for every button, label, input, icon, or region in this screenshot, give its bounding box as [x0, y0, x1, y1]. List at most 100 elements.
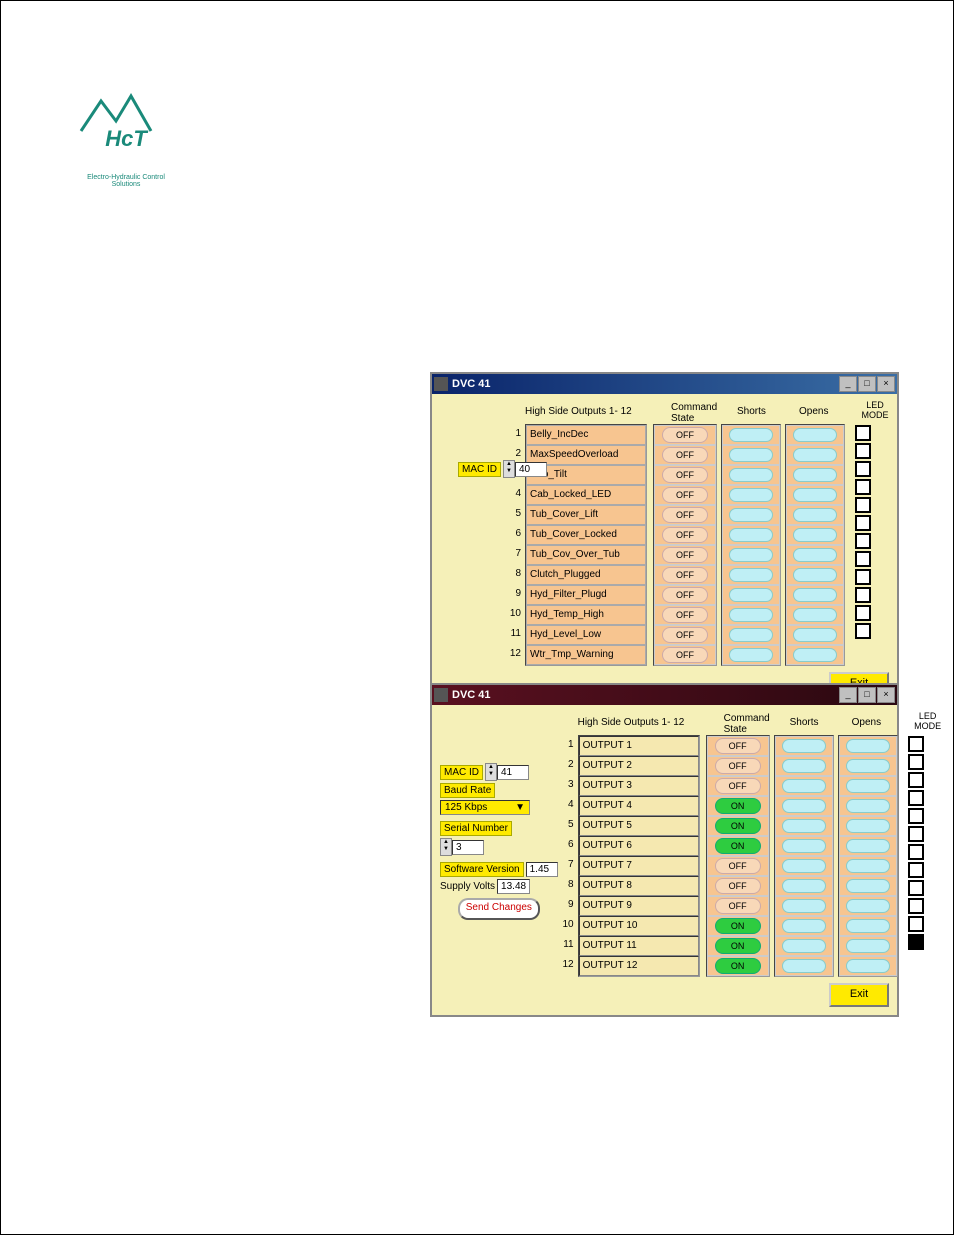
maximize-button[interactable]: □	[858, 687, 876, 703]
output-name[interactable]: Hyd_Temp_High	[526, 605, 646, 625]
led-mode-indicator[interactable]	[908, 916, 924, 932]
led-mode-indicator[interactable]	[908, 736, 924, 752]
command-state-pill[interactable]: OFF	[715, 778, 761, 794]
shorts-indicator	[729, 468, 773, 482]
led-mode-indicator[interactable]	[855, 623, 871, 639]
command-state-pill[interactable]: OFF	[662, 567, 708, 583]
maximize-button[interactable]: □	[858, 376, 876, 392]
output-name[interactable]: Cab_Locked_LED	[526, 485, 646, 505]
command-state-pill[interactable]: ON	[715, 798, 761, 814]
shorts-indicator	[782, 879, 826, 893]
command-state-pill[interactable]: OFF	[715, 858, 761, 874]
output-name[interactable]: OUTPUT 6	[579, 836, 699, 856]
command-state-pill[interactable]: OFF	[662, 547, 708, 563]
output-name[interactable]: OUTPUT 1	[579, 736, 699, 756]
send-changes-button[interactable]: Send Changes	[458, 898, 540, 920]
output-name[interactable]: OUTPUT 2	[579, 756, 699, 776]
output-name[interactable]: Tub_Cov_Over_Tub	[526, 545, 646, 565]
mac-id-value[interactable]: 40	[515, 462, 547, 477]
led-mode-indicator[interactable]	[908, 880, 924, 896]
output-name[interactable]: OUTPUT 12	[579, 956, 699, 976]
command-state-pill[interactable]: ON	[715, 918, 761, 934]
output-name[interactable]: OUTPUT 9	[579, 896, 699, 916]
command-state-pill[interactable]: OFF	[662, 607, 708, 623]
shorts-indicator	[782, 939, 826, 953]
led-mode-indicator[interactable]	[908, 790, 924, 806]
row-number: 9	[558, 895, 578, 915]
close-button[interactable]: ×	[877, 376, 895, 392]
exit-button[interactable]: Exit	[829, 983, 889, 1007]
output-name[interactable]: Belly_IncDec	[526, 425, 646, 445]
led-mode-indicator[interactable]	[908, 808, 924, 824]
output-name[interactable]: OUTPUT 8	[579, 876, 699, 896]
minimize-button[interactable]: _	[839, 376, 857, 392]
output-name[interactable]: Wtr_Tmp_Warning	[526, 645, 646, 665]
command-state-pill[interactable]: OFF	[662, 507, 708, 523]
serial-number-stepper[interactable]: ▲▼	[440, 838, 452, 856]
led-mode-indicator[interactable]	[855, 425, 871, 441]
command-state-pill[interactable]: OFF	[715, 758, 761, 774]
serial-number-value[interactable]: 3	[452, 840, 484, 855]
opens-indicator	[846, 739, 890, 753]
opens-header: Opens	[852, 711, 910, 735]
command-state-pill[interactable]: ON	[715, 818, 761, 834]
led-mode-indicator[interactable]	[855, 605, 871, 621]
output-name[interactable]: Tub_Cover_Lift	[526, 505, 646, 525]
led-mode-indicator[interactable]	[908, 826, 924, 842]
window-1-titlebar[interactable]: DVC 41 _ □ ×	[432, 374, 897, 394]
logo: HcT Electro-Hydraulic Control Solutions	[76, 81, 176, 171]
command-state-pill[interactable]: OFF	[715, 738, 761, 754]
output-name[interactable]: Tub_Cover_Locked	[526, 525, 646, 545]
led-mode-indicator[interactable]	[908, 898, 924, 914]
led-mode-indicator[interactable]	[855, 569, 871, 585]
baud-rate-label: Baud Rate	[440, 783, 495, 798]
mac-id-stepper[interactable]: ▲▼	[503, 460, 515, 478]
command-state-pill[interactable]: OFF	[662, 627, 708, 643]
command-state-pill[interactable]: OFF	[715, 898, 761, 914]
led-mode-indicator[interactable]	[855, 497, 871, 513]
led-mode-indicator[interactable]	[908, 844, 924, 860]
command-state-pill[interactable]: OFF	[662, 487, 708, 503]
led-mode-indicator[interactable]	[855, 515, 871, 531]
mac-id-value[interactable]: 41	[497, 765, 529, 780]
output-name[interactable]: OUTPUT 4	[579, 796, 699, 816]
led-mode-indicator[interactable]	[855, 479, 871, 495]
window-2-titlebar[interactable]: DVC 41 _ □ ×	[432, 685, 897, 705]
led-mode-indicator[interactable]	[908, 862, 924, 878]
led-mode-indicator[interactable]	[855, 587, 871, 603]
output-name[interactable]: OUTPUT 10	[579, 916, 699, 936]
led-mode-indicator[interactable]	[908, 754, 924, 770]
command-state-pill[interactable]: OFF	[662, 587, 708, 603]
led-mode-indicator[interactable]	[855, 551, 871, 567]
output-name[interactable]: Clutch_Plugged	[526, 565, 646, 585]
mac-id-stepper[interactable]: ▲▼	[485, 763, 497, 781]
command-state-pill[interactable]: OFF	[662, 427, 708, 443]
command-state-pill[interactable]: OFF	[662, 447, 708, 463]
command-state-pill[interactable]: OFF	[662, 647, 708, 663]
output-name[interactable]: OUTPUT 5	[579, 816, 699, 836]
output-name[interactable]: OUTPUT 3	[579, 776, 699, 796]
opens-indicator	[793, 588, 837, 602]
output-name[interactable]: OUTPUT 7	[579, 856, 699, 876]
close-button[interactable]: ×	[877, 687, 895, 703]
command-state-pill[interactable]: OFF	[662, 527, 708, 543]
led-mode-indicator[interactable]	[855, 533, 871, 549]
minimize-button[interactable]: _	[839, 687, 857, 703]
command-state-pill[interactable]: ON	[715, 958, 761, 974]
command-state-pill[interactable]: ON	[715, 838, 761, 854]
output-name[interactable]: Hyd_Filter_Plugd	[526, 585, 646, 605]
led-mode-indicator[interactable]	[908, 772, 924, 788]
shorts-indicator	[782, 839, 826, 853]
led-mode-indicator[interactable]	[855, 461, 871, 477]
command-state-pill[interactable]: OFF	[715, 878, 761, 894]
baud-rate-select[interactable]: 125 Kbps▼	[440, 800, 530, 815]
led-mode-indicator[interactable]	[855, 443, 871, 459]
led-mode-indicator[interactable]	[908, 934, 924, 950]
output-name[interactable]: Hyd_Level_Low	[526, 625, 646, 645]
command-state-pill[interactable]: ON	[715, 938, 761, 954]
shorts-indicator	[729, 528, 773, 542]
software-version-value: 1.45	[526, 862, 558, 877]
software-version-label: Software Version	[440, 862, 524, 877]
command-state-pill[interactable]: OFF	[662, 467, 708, 483]
output-name[interactable]: OUTPUT 11	[579, 936, 699, 956]
